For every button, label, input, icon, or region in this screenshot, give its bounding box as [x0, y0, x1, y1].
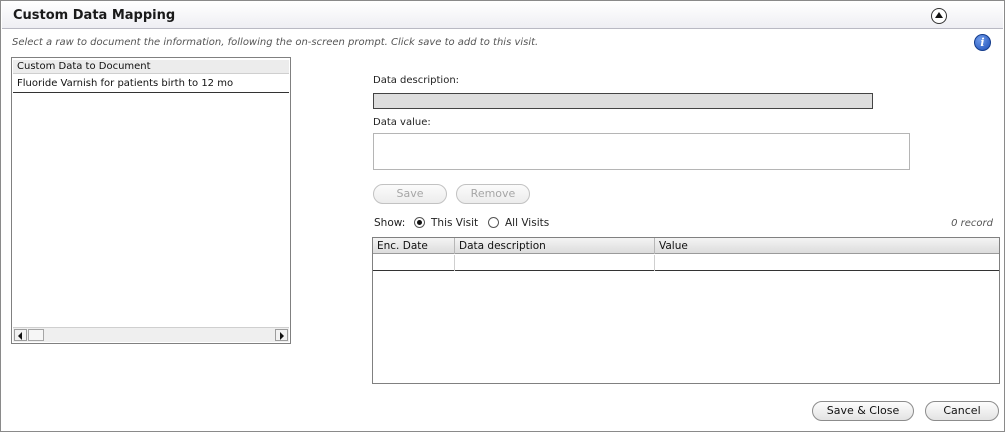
- table-cell: [373, 255, 455, 271]
- panel-header: Custom Data Mapping: [2, 2, 1003, 29]
- custom-data-mapping-panel: Custom Data Mapping Select a raw to docu…: [0, 0, 1005, 432]
- cancel-button[interactable]: Cancel: [925, 401, 999, 421]
- show-label: Show:: [374, 217, 406, 229]
- scroll-thumb[interactable]: [28, 329, 44, 341]
- all-visits-radio[interactable]: [488, 217, 499, 228]
- column-data-description[interactable]: Data description: [455, 238, 655, 254]
- all-visits-label[interactable]: All Visits: [505, 217, 549, 231]
- table-cell: [455, 255, 655, 271]
- info-icon[interactable]: i: [974, 34, 991, 51]
- panel-title: Custom Data Mapping: [13, 8, 176, 23]
- scroll-left-icon[interactable]: [14, 329, 27, 341]
- record-count: 0 record: [951, 218, 993, 229]
- instruction-text: Select a raw to document the information…: [12, 37, 539, 48]
- horizontal-scrollbar[interactable]: [13, 327, 289, 342]
- save-close-button[interactable]: Save & Close: [812, 401, 914, 421]
- this-visit-radio[interactable]: [414, 217, 425, 228]
- save-button[interactable]: Save: [373, 184, 447, 204]
- list-item[interactable]: Fluoride Varnish for patients birth to 1…: [13, 76, 289, 93]
- this-visit-label[interactable]: This Visit: [431, 217, 478, 231]
- table-row[interactable]: [373, 255, 999, 271]
- list-header: Custom Data to Document: [13, 60, 289, 74]
- scroll-right-icon[interactable]: [275, 329, 288, 341]
- collapse-icon[interactable]: [931, 8, 947, 24]
- table-header: Enc. Date Data description Value: [373, 238, 999, 254]
- data-description-field: [373, 93, 873, 109]
- column-enc-date[interactable]: Enc. Date: [373, 238, 455, 254]
- column-value[interactable]: Value: [655, 238, 999, 254]
- table-cell: [655, 255, 999, 271]
- remove-button[interactable]: Remove: [456, 184, 530, 204]
- data-value-input[interactable]: [373, 133, 910, 170]
- data-description-label: Data description:: [373, 75, 460, 86]
- data-value-label: Data value:: [373, 117, 431, 128]
- custom-data-list: Custom Data to Document Fluoride Varnish…: [11, 57, 291, 344]
- data-table: Enc. Date Data description Value: [372, 237, 1000, 384]
